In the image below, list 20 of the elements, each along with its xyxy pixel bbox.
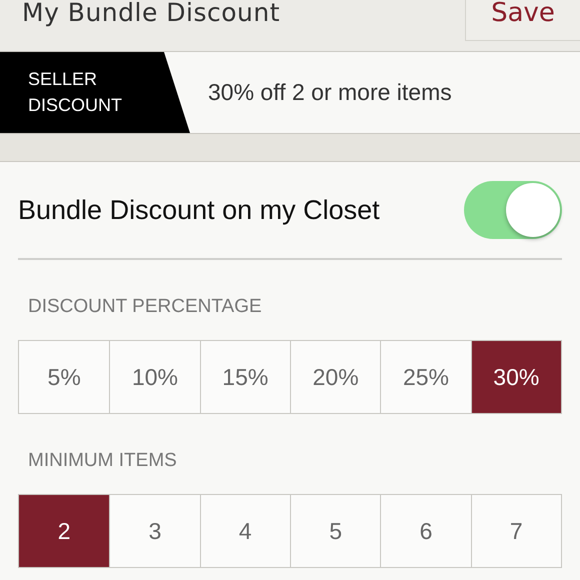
segment-option[interactable]: 25% bbox=[380, 341, 471, 413]
page-title: My Bundle Discount bbox=[22, 0, 280, 26]
seller-discount-tag: SELLER DISCOUNT bbox=[0, 52, 190, 133]
segment-option[interactable]: 4 bbox=[200, 495, 290, 567]
segment-option[interactable]: 2 bbox=[19, 495, 110, 567]
segment-option[interactable]: 10% bbox=[109, 341, 200, 413]
section-label: DISCOUNT PERCENTAGE bbox=[28, 296, 263, 318]
segment-option[interactable]: 6 bbox=[380, 495, 471, 567]
section-label: MINIMUM ITEMS bbox=[28, 450, 178, 472]
toggle-switch[interactable] bbox=[464, 181, 562, 239]
segment-option[interactable]: 30% bbox=[470, 341, 561, 413]
segment-option[interactable]: 3 bbox=[109, 495, 200, 567]
save-button[interactable]: Save bbox=[465, 0, 580, 41]
segment-option[interactable]: 15% bbox=[200, 341, 290, 413]
segment-option[interactable]: 20% bbox=[290, 341, 380, 413]
toggle-label: Bundle Discount on my Closet bbox=[18, 194, 380, 226]
segment-option[interactable]: 7 bbox=[470, 495, 561, 567]
segment-option[interactable]: 5% bbox=[19, 341, 110, 413]
discount-summary: 30% off 2 or more items bbox=[208, 79, 452, 106]
segment-option[interactable]: 5 bbox=[290, 495, 380, 567]
